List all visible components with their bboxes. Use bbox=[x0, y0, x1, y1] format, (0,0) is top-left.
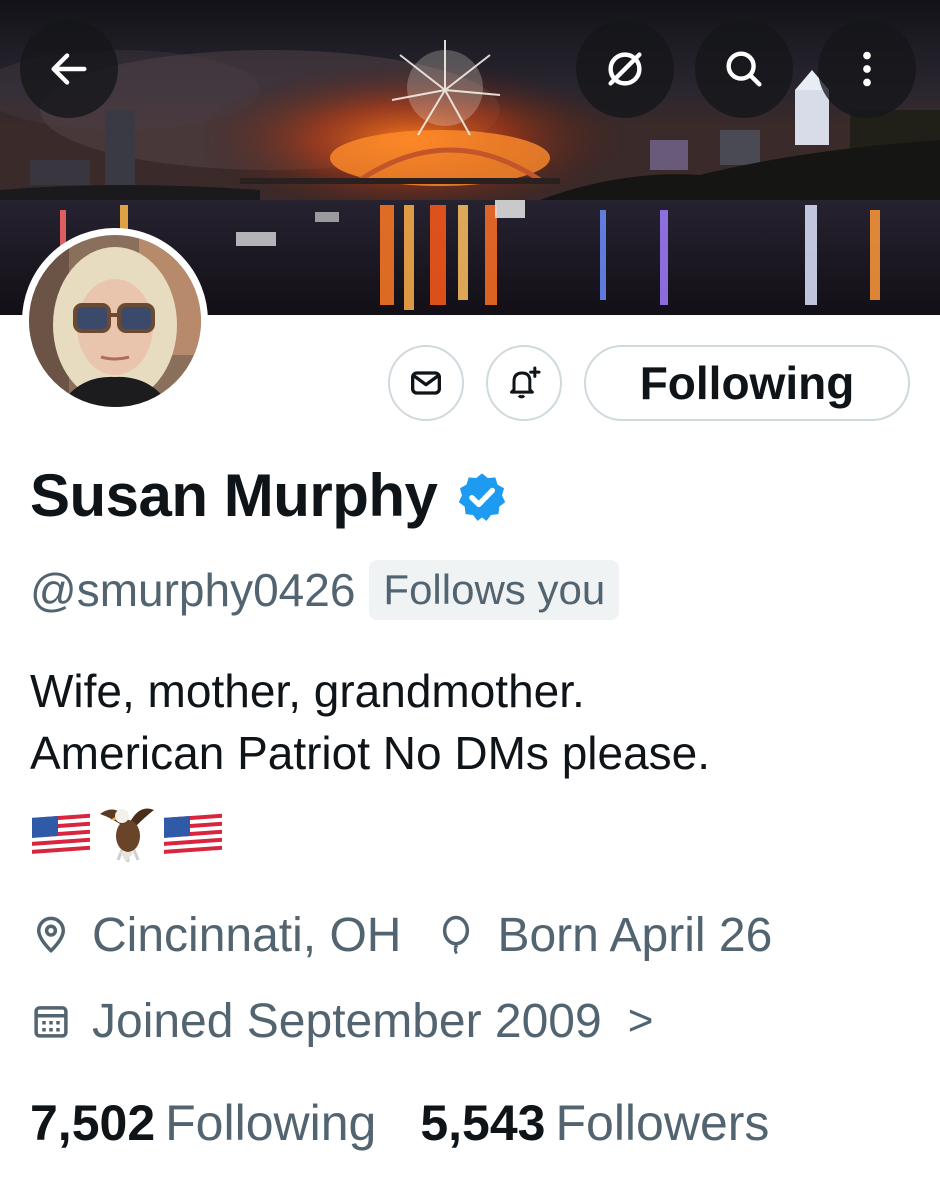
more-vertical-icon bbox=[863, 51, 871, 87]
notifications-button[interactable] bbox=[486, 345, 562, 421]
bio-line: Wife, mother, grandmother. bbox=[30, 665, 585, 717]
display-name: Susan Murphy bbox=[30, 461, 438, 529]
search-icon bbox=[726, 51, 762, 87]
us-flag-emoji bbox=[32, 813, 90, 856]
slash-circle-icon bbox=[608, 52, 642, 86]
location-text: Cincinnati, OH bbox=[92, 908, 402, 962]
birthday-text: Born April 26 bbox=[497, 908, 773, 962]
joined-row[interactable]: Joined September 2009 > bbox=[30, 988, 653, 1054]
avatar-image bbox=[29, 235, 201, 407]
following-button[interactable]: Following bbox=[584, 345, 910, 421]
message-button[interactable] bbox=[388, 345, 464, 421]
handle-row: @smurphy0426 Follows you bbox=[30, 555, 620, 625]
arrow-left-icon bbox=[51, 53, 87, 85]
calendar-icon bbox=[34, 1006, 68, 1038]
handle: @smurphy0426 bbox=[30, 564, 356, 616]
avatar[interactable] bbox=[22, 228, 208, 414]
us-flag-emoji bbox=[164, 813, 222, 856]
name-row: Susan Murphy bbox=[30, 455, 509, 535]
bio-line: American Patriot No DMs please. bbox=[30, 727, 711, 779]
following-count[interactable]: 7,502 bbox=[30, 1094, 155, 1152]
location: Cincinnati, OH bbox=[30, 908, 401, 963]
bio: Wife, mother, grandmother. American Patr… bbox=[30, 660, 910, 784]
following-link[interactable]: Following bbox=[165, 1094, 376, 1152]
joined-text: Joined September 2009 bbox=[92, 994, 602, 1048]
verified-badge-icon[interactable] bbox=[455, 470, 509, 524]
birthday: Born April 26 bbox=[435, 908, 772, 963]
eagle-emoji bbox=[100, 808, 154, 862]
more-button[interactable] bbox=[818, 20, 916, 118]
follows-you-badge: Follows you bbox=[369, 560, 620, 620]
bio-emojis bbox=[30, 800, 228, 866]
location-pin-icon bbox=[37, 916, 65, 953]
profile-meta: Cincinnati, OH Born April 26 bbox=[30, 902, 806, 968]
bell-plus-icon bbox=[510, 366, 541, 399]
balloon-icon bbox=[443, 915, 470, 955]
followers-count[interactable]: 5,543 bbox=[420, 1094, 545, 1152]
follow-stats: 7,502 Following 5,543 Followers bbox=[30, 1088, 813, 1158]
chevron-right-icon: > bbox=[627, 996, 654, 1045]
followers-link[interactable]: Followers bbox=[555, 1094, 769, 1152]
grok-button[interactable] bbox=[576, 20, 674, 118]
mail-icon bbox=[411, 371, 441, 395]
search-button[interactable] bbox=[695, 20, 793, 118]
back-button[interactable] bbox=[20, 20, 118, 118]
